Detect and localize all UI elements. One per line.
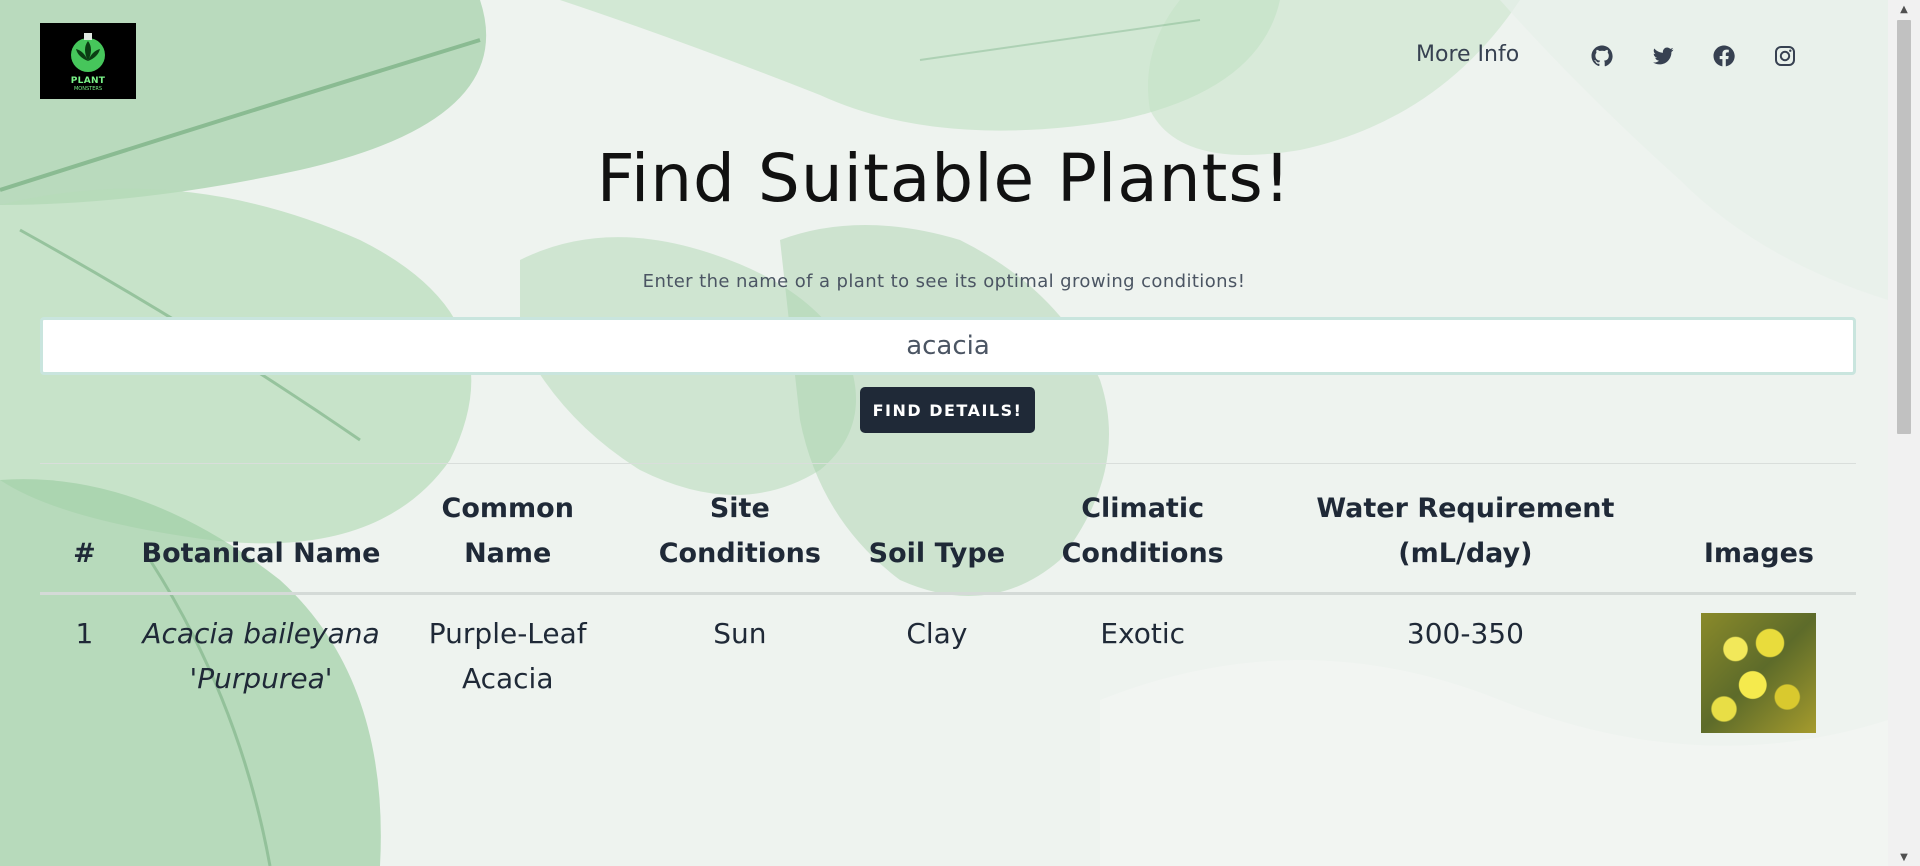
- water-requirement-cell: 300-350: [1406, 617, 1524, 650]
- plant-logo-icon: [71, 32, 105, 72]
- scrollbar-thumb[interactable]: [1897, 20, 1911, 434]
- botanical-name-cell: Acacia baileyana 'Purpurea': [142, 617, 380, 695]
- find-details-button[interactable]: FIND DETAILS!: [860, 387, 1035, 433]
- logo-text: PLANT: [70, 75, 106, 86]
- column-header-images: Images: [1661, 476, 1856, 595]
- common-name-cell: Purple-Leaf Acacia: [428, 617, 587, 695]
- column-header-botanical-name: Botanical Name: [128, 476, 394, 595]
- facebook-icon[interactable]: [1712, 44, 1736, 68]
- plant-thumbnail[interactable]: [1701, 613, 1817, 733]
- github-icon[interactable]: [1590, 44, 1614, 68]
- column-header-site-conditions: Site Conditions: [622, 476, 858, 595]
- table-row: 1 Acacia baileyana 'Purpurea' Purple-Lea…: [40, 594, 1856, 763]
- plant-search-input[interactable]: [40, 317, 1856, 375]
- column-header-water-requirement: Water Requirement (mL/day): [1268, 476, 1662, 595]
- column-header-common-name: Common Name: [393, 476, 623, 595]
- twitter-icon[interactable]: [1651, 44, 1675, 68]
- logo-subtext: MONSTERS: [73, 85, 103, 92]
- page-subtitle: Enter the name of a plant to see its opt…: [642, 271, 1246, 292]
- row-index: 1: [75, 617, 94, 650]
- climatic-conditions-cell: Exotic: [1100, 617, 1185, 650]
- vertical-scrollbar[interactable]: ▲ ▼: [1888, 0, 1920, 866]
- instagram-icon[interactable]: [1773, 44, 1797, 68]
- soil-type-cell: Clay: [906, 617, 968, 650]
- table-header-row: # Botanical Name Common Name Site Condit…: [40, 476, 1856, 595]
- logo[interactable]: PLANT MONSTERS: [40, 23, 136, 99]
- page-title: Find Suitable Plants!: [596, 140, 1292, 217]
- divider: [40, 463, 1856, 464]
- images-cell: [1662, 594, 1856, 763]
- results-table: # Botanical Name Common Name Site Condit…: [40, 476, 1856, 762]
- scroll-up-arrow-icon[interactable]: ▲: [1888, 0, 1920, 18]
- more-info-link[interactable]: More Info: [1416, 42, 1519, 67]
- scroll-down-arrow-icon[interactable]: ▼: [1888, 848, 1920, 866]
- site-conditions-cell: Sun: [713, 617, 767, 650]
- column-header-index: #: [40, 476, 129, 595]
- column-header-climatic-conditions: Climatic Conditions: [1016, 476, 1269, 595]
- column-header-soil-type: Soil Type: [857, 476, 1017, 595]
